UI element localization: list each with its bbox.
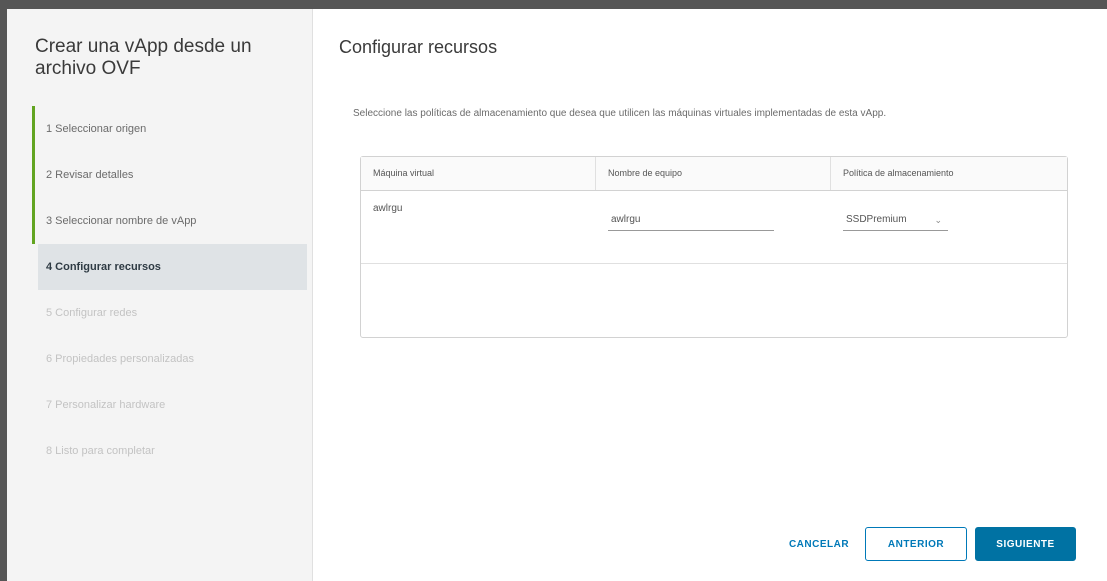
column-header-vm[interactable]: Máquina virtual	[361, 157, 596, 190]
step-review-details[interactable]: 2 Revisar detalles	[32, 152, 307, 198]
wizard-title: Crear una vApp desde un archivo OVF	[35, 36, 252, 79]
cancel-button[interactable]: CANCELAR	[779, 527, 859, 561]
next-button[interactable]: SIGUIENTE	[975, 527, 1076, 561]
page-description: Seleccione las políticas de almacenamien…	[353, 108, 887, 119]
chevron-down-icon: ⌄	[934, 215, 942, 225]
storage-policy-value: SSDPremium	[846, 214, 907, 225]
table-header: Máquina virtual Nombre de equipo Polític…	[361, 157, 1067, 191]
vm-name-cell: awlrgu	[373, 203, 403, 214]
step-ready-to-complete: 8 Listo para completar	[46, 445, 155, 457]
computer-name-input[interactable]	[608, 209, 774, 231]
step-select-origin[interactable]: 1 Seleccionar origen	[32, 106, 307, 152]
step-customize-hardware: 7 Personalizar hardware	[46, 399, 166, 411]
wizard-sidebar: Crear una vApp desde un archivo OVF 1 Se…	[7, 9, 313, 581]
column-header-storage-policy[interactable]: Política de almacenamiento	[831, 157, 1067, 190]
step-custom-properties: 6 Propiedades personalizadas	[46, 353, 194, 365]
page-title: Configurar recursos	[339, 37, 498, 57]
step-configure-resources[interactable]: 4 Configurar recursos	[38, 244, 307, 290]
top-bar	[0, 0, 1107, 9]
wizard-modal: Crear una vApp desde un archivo OVF 1 Se…	[7, 9, 1107, 581]
previous-button[interactable]: ANTERIOR	[865, 527, 967, 561]
step-select-vapp-name[interactable]: 3 Seleccionar nombre de vApp	[32, 198, 307, 244]
wizard-steps: 1 Seleccionar origen 2 Revisar detalles …	[32, 106, 307, 474]
step-configure-networks: 5 Configurar redes	[46, 307, 138, 319]
storage-policy-select[interactable]: SSDPremium ⌄	[843, 209, 948, 231]
table-row: awlrgu SSDPremium ⌄	[361, 191, 1067, 264]
resources-table: Máquina virtual Nombre de equipo Polític…	[360, 156, 1068, 338]
column-header-computer-name[interactable]: Nombre de equipo	[596, 157, 831, 190]
left-edge	[0, 9, 7, 581]
wizard-content: Configurar recursos Seleccione las polít…	[313, 9, 1107, 581]
